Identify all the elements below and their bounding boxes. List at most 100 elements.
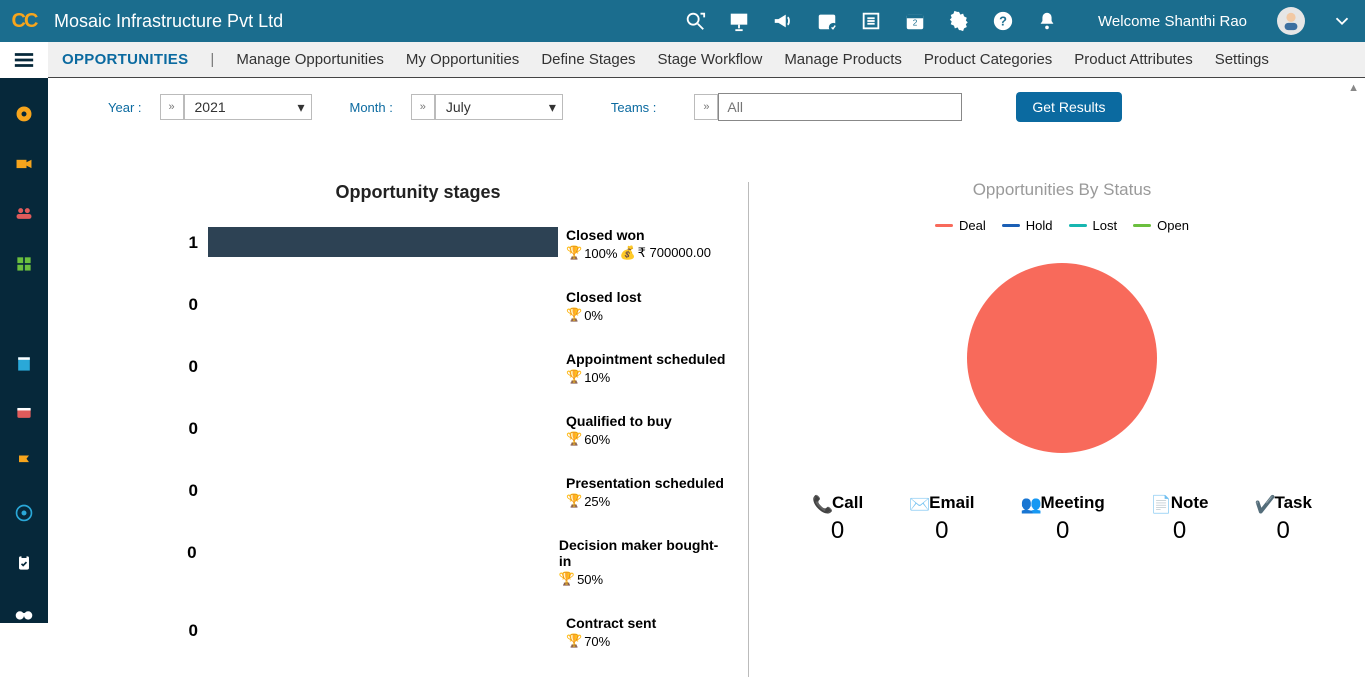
- trophy-icon: 🏆: [566, 307, 582, 323]
- stage-row: 0Presentation scheduled🏆25%: [108, 475, 728, 509]
- stage-percent: 25%: [584, 494, 610, 509]
- stage-percent: 60%: [584, 432, 610, 447]
- search-icon[interactable]: [684, 10, 706, 32]
- status-pie-chart: [967, 263, 1157, 453]
- activity-task: ✔️Task0: [1254, 493, 1312, 545]
- rail-people-icon[interactable]: [14, 204, 34, 224]
- presentation-icon[interactable]: [728, 10, 750, 32]
- calendar-check-icon[interactable]: [816, 10, 838, 32]
- legend-label: Hold: [1026, 218, 1053, 233]
- scroll-up-indicator[interactable]: ▲: [1348, 82, 1359, 94]
- trophy-icon: 🏆: [566, 245, 582, 261]
- activity-count: 0: [812, 517, 863, 545]
- stage-count: 0: [108, 351, 208, 377]
- stage-row: 0Contract sent🏆70%: [108, 615, 728, 649]
- stage-bar: [208, 289, 558, 319]
- stage-row: 1Closed won🏆100%💰₹ 700000.00: [108, 227, 728, 261]
- activity-meeting: 👥Meeting0: [1021, 493, 1105, 545]
- legend-label: Open: [1157, 218, 1189, 233]
- rail-binoculars-icon[interactable]: [14, 603, 34, 623]
- nav-manage-products[interactable]: Manage Products: [784, 51, 902, 68]
- legend-item: Deal: [935, 218, 986, 233]
- get-results-button[interactable]: Get Results: [1016, 92, 1121, 122]
- trophy-icon: 🏆: [566, 369, 582, 385]
- app-logo[interactable]: CC: [0, 0, 48, 42]
- stages-chart-title: Opportunity stages: [108, 182, 728, 203]
- help-icon[interactable]: ?: [992, 10, 1014, 32]
- avatar[interactable]: [1277, 7, 1305, 35]
- year-value: 2021: [195, 99, 226, 115]
- status-chart-title: Opportunities By Status: [789, 180, 1335, 200]
- side-rail: [0, 78, 48, 623]
- chevron-down-icon[interactable]: [1331, 10, 1353, 32]
- legend-label: Deal: [959, 218, 986, 233]
- gear-icon[interactable]: [948, 10, 970, 32]
- nav-define-stages[interactable]: Define Stages: [541, 51, 635, 68]
- menu-toggle[interactable]: [0, 42, 48, 78]
- email-icon: ✉️: [909, 495, 925, 511]
- stage-row: 0Appointment scheduled🏆10%: [108, 351, 728, 385]
- trophy-icon: 🏆: [566, 431, 582, 447]
- nav-product-categories[interactable]: Product Categories: [924, 51, 1052, 68]
- stage-count: 0: [108, 615, 208, 641]
- rail-gear-icon[interactable]: [14, 104, 34, 124]
- activity-email: ✉️Email 0: [909, 493, 974, 545]
- rail-card-icon[interactable]: [14, 403, 34, 423]
- nav-opportunities[interactable]: OPPORTUNITIES: [62, 51, 188, 68]
- note-icon: 📄: [1151, 495, 1167, 511]
- stage-row: 0Closed lost🏆0%: [108, 289, 728, 323]
- month-select[interactable]: July ▾: [435, 94, 563, 120]
- rail-book-icon[interactable]: [14, 354, 34, 374]
- rail-clipboard-icon[interactable]: [14, 553, 34, 573]
- meeting-icon: 👥: [1021, 495, 1037, 511]
- nav-my-opportunities[interactable]: My Opportunities: [406, 51, 519, 68]
- stage-row: 0Decision maker bought-in🏆50%: [108, 537, 728, 587]
- stage-count: 0: [108, 289, 208, 315]
- calendar-icon[interactable]: 2: [904, 10, 926, 32]
- rail-grid-icon[interactable]: [14, 254, 34, 274]
- teams-input[interactable]: [718, 93, 962, 121]
- activity-label: Email: [929, 493, 974, 513]
- trophy-icon: 🏆: [566, 493, 582, 509]
- month-prev[interactable]: »: [411, 94, 435, 120]
- trophy-icon: 🏆: [566, 633, 582, 649]
- teams-prev[interactable]: »: [694, 94, 718, 120]
- year-select[interactable]: 2021 ▾: [184, 94, 312, 120]
- rail-video-icon[interactable]: [14, 154, 34, 174]
- rail-flag-icon[interactable]: [14, 453, 34, 473]
- topbar-actions: 2 ? Welcome Shanthi Rao: [684, 7, 1353, 35]
- bell-icon[interactable]: [1036, 10, 1058, 32]
- activity-label: Call: [832, 493, 863, 513]
- year-label: Year :: [108, 100, 142, 115]
- legend-swatch: [1133, 224, 1151, 227]
- legend-swatch: [935, 224, 953, 227]
- announcement-icon[interactable]: [772, 10, 794, 32]
- task-icon: ✔️: [1254, 495, 1270, 511]
- activity-count: 0: [909, 517, 974, 545]
- nav-product-attributes[interactable]: Product Attributes: [1074, 51, 1192, 68]
- stage-percent: 50%: [577, 572, 603, 587]
- activity-label: Meeting: [1041, 493, 1105, 513]
- stage-name: Presentation scheduled: [566, 475, 724, 491]
- legend-label: Lost: [1093, 218, 1118, 233]
- stage-bar: [208, 227, 558, 257]
- filter-bar: Year : » 2021 ▾ Month : » July ▾ Teams :…: [108, 92, 1335, 122]
- stage-percent: 100%: [584, 246, 617, 261]
- rail-target-icon[interactable]: [14, 503, 34, 523]
- stage-bar: [208, 475, 558, 505]
- month-value: July: [446, 99, 471, 115]
- nav-stage-workflow[interactable]: Stage Workflow: [658, 51, 763, 68]
- top-bar: CC Mosaic Infrastructure Pvt Ltd 2 ? Wel…: [0, 0, 1365, 42]
- activity-label: Note: [1171, 493, 1209, 513]
- year-prev[interactable]: »: [160, 94, 184, 120]
- teams-label: Teams :: [611, 100, 657, 115]
- stage-percent: 10%: [584, 370, 610, 385]
- nav-settings[interactable]: Settings: [1215, 51, 1269, 68]
- nav-manage-opportunities[interactable]: Manage Opportunities: [236, 51, 384, 68]
- stage-percent: 0%: [584, 308, 603, 323]
- trophy-icon: 🏆: [559, 571, 575, 587]
- rail-moon-icon[interactable]: [14, 304, 34, 324]
- stage-bar: [208, 351, 558, 381]
- list-icon[interactable]: [860, 10, 882, 32]
- legend-item: Open: [1133, 218, 1189, 233]
